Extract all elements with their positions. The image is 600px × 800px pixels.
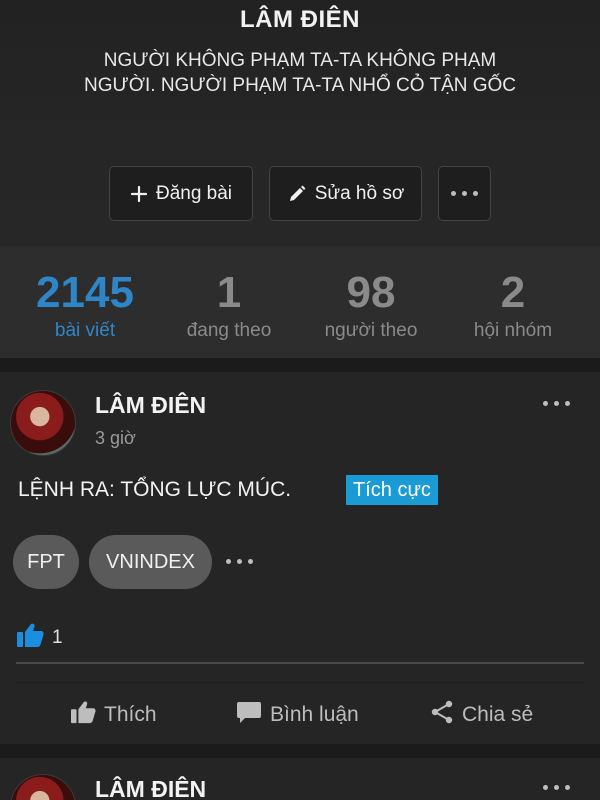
share-icon [430, 700, 454, 730]
pencil-icon [287, 184, 307, 204]
sentiment-badge: Tích cực [346, 475, 438, 505]
thumbs-up-icon [70, 700, 96, 730]
like-button[interactable]: Thích [70, 700, 157, 730]
tag-chip-vnindex[interactable]: VNINDEX [89, 535, 212, 589]
post-more-icon[interactable] [543, 785, 570, 790]
profile-more-button[interactable] [438, 166, 491, 221]
create-post-label: Đăng bài [155, 182, 233, 204]
thumbs-up-icon [16, 622, 44, 654]
tags-more-icon[interactable] [226, 559, 253, 564]
share-button-label: Chia sẻ [462, 703, 534, 726]
comment-icon [236, 700, 262, 730]
edit-profile-label: Sửa hồ sơ [314, 182, 405, 204]
stat-groups-label: hội nhóm [473, 320, 553, 341]
stat-followers-value: 98 [346, 268, 396, 317]
post-author-name[interactable]: LÂM ĐIÊN [95, 392, 206, 419]
profile-stats-bar: 2145 bài viết 1 đang theo 98 người theo … [0, 246, 600, 358]
avatar[interactable] [10, 390, 76, 456]
edit-profile-button[interactable]: Sửa hồ sơ [269, 166, 422, 221]
avatar[interactable] [10, 774, 76, 800]
tag-chip-fpt[interactable]: FPT [13, 535, 79, 589]
comment-button[interactable]: Bình luận [236, 700, 359, 730]
profile-bio: NGƯỜI KHÔNG PHẠM TA-TA KHÔNG PHẠM NGƯỜI.… [83, 50, 517, 96]
like-count[interactable]: 1 [16, 622, 63, 654]
post-author-name[interactable]: LÂM ĐIÊN [95, 776, 206, 800]
share-button[interactable]: Chia sẻ [430, 700, 533, 730]
post-card: LÂM ĐIÊN [0, 758, 600, 800]
post-time: 3 giờ [95, 428, 136, 448]
like-count-value: 1 [52, 627, 63, 648]
comment-button-label: Bình luận [270, 703, 359, 726]
stat-following-value: 1 [216, 268, 242, 317]
divider [16, 662, 584, 664]
profile-name: LÂM ĐIÊN [240, 6, 360, 33]
post-text: LỆNH RA: TỔNG LỰC MÚC. [18, 478, 292, 501]
stat-posts-label: bài viết [54, 320, 116, 341]
post-more-icon[interactable] [543, 401, 570, 406]
stat-following-label: đang theo [186, 320, 272, 341]
divider [16, 682, 584, 683]
profile-header: LÂM ĐIÊN NGƯỜI KHÔNG PHẠM TA-TA KHÔNG PH… [0, 0, 600, 246]
stat-groups-value: 2 [500, 268, 526, 317]
post-card: LÂM ĐIÊN 3 giờ LỆNH RA: TỔNG LỰC MÚC. Tí… [0, 372, 600, 744]
more-dots-icon [451, 191, 478, 196]
create-post-button[interactable]: Đăng bài [109, 166, 253, 221]
stat-followers-label: người theo [324, 320, 418, 341]
like-button-label: Thích [104, 703, 157, 726]
stat-posts-value: 2145 [36, 268, 134, 317]
plus-icon [130, 185, 148, 203]
